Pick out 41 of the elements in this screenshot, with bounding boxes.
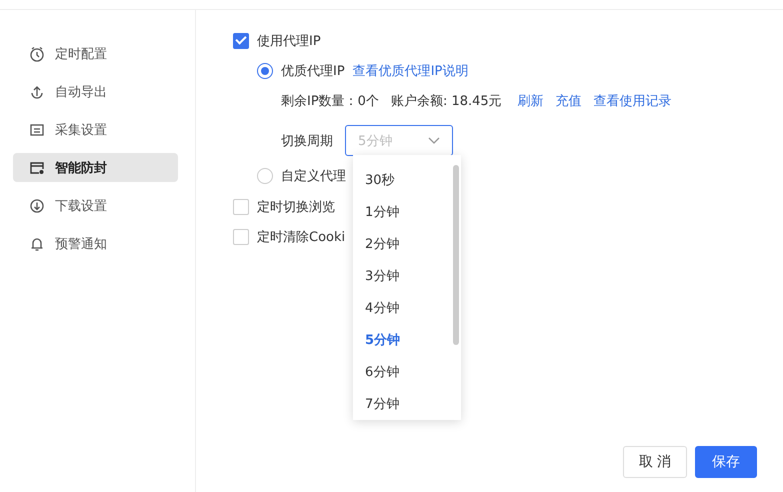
radio-label: 自定义代理 bbox=[281, 168, 346, 185]
ip-count: 剩余IP数量：0个 bbox=[281, 93, 379, 110]
sidebar-item[interactable]: 采集设置 bbox=[13, 115, 178, 144]
clock-icon bbox=[29, 46, 45, 62]
checkbox-label: 定时切换浏览 bbox=[257, 199, 335, 216]
cancel-button[interactable]: 取 消 bbox=[623, 446, 687, 478]
checkbox-label: 定时清除Cooki bbox=[257, 229, 346, 246]
checkbox[interactable] bbox=[233, 33, 249, 49]
action-link[interactable]: 充值 bbox=[556, 92, 582, 110]
account-balance: 账户余额: 18.45元 bbox=[390, 93, 502, 110]
upload-icon bbox=[29, 84, 45, 100]
dropdown-option[interactable]: 6分钟 bbox=[353, 357, 461, 389]
help-link[interactable]: 查看优质代理IP说明 bbox=[352, 62, 468, 80]
save-button[interactable]: 保存 bbox=[695, 446, 757, 478]
sidebar-item[interactable]: 自动导出 bbox=[13, 77, 178, 106]
checkbox-label: 使用代理IP bbox=[257, 33, 321, 50]
card-icon bbox=[29, 160, 45, 176]
radio-label: 优质代理IP bbox=[281, 63, 345, 80]
radio-button[interactable] bbox=[257, 168, 273, 184]
chevron-icon bbox=[428, 136, 440, 144]
checkbox[interactable] bbox=[233, 199, 249, 215]
dropdown-option[interactable]: 7分钟 bbox=[353, 389, 461, 420]
list-icon bbox=[29, 122, 45, 138]
bell-icon bbox=[29, 236, 45, 252]
dropdown-option[interactable]: 5分钟 bbox=[353, 325, 461, 357]
action-link[interactable]: 刷新 bbox=[518, 92, 544, 110]
sidebar-item[interactable]: 定时配置 bbox=[13, 39, 178, 68]
field-label: 切换周期 bbox=[281, 132, 333, 150]
scrollbar[interactable] bbox=[453, 165, 459, 345]
dropdown-option[interactable]: 2分钟 bbox=[353, 229, 461, 261]
dropdown-option[interactable]: 3分钟 bbox=[353, 261, 461, 293]
dropdown-option[interactable]: 4分钟 bbox=[353, 293, 461, 325]
action-link[interactable]: 查看使用记录 bbox=[594, 92, 672, 110]
sidebar-item[interactable]: 预警通知 bbox=[13, 229, 178, 258]
dropdown-option[interactable]: 30秒 bbox=[353, 165, 461, 197]
radio-button[interactable] bbox=[257, 63, 273, 79]
checkbox[interactable] bbox=[233, 229, 249, 245]
sidebar-item[interactable]: 智能防封 bbox=[13, 153, 178, 182]
download-icon bbox=[29, 198, 45, 214]
dropdown-option[interactable]: 1分钟 bbox=[353, 197, 461, 229]
sidebar-item[interactable]: 下载设置 bbox=[13, 191, 178, 220]
